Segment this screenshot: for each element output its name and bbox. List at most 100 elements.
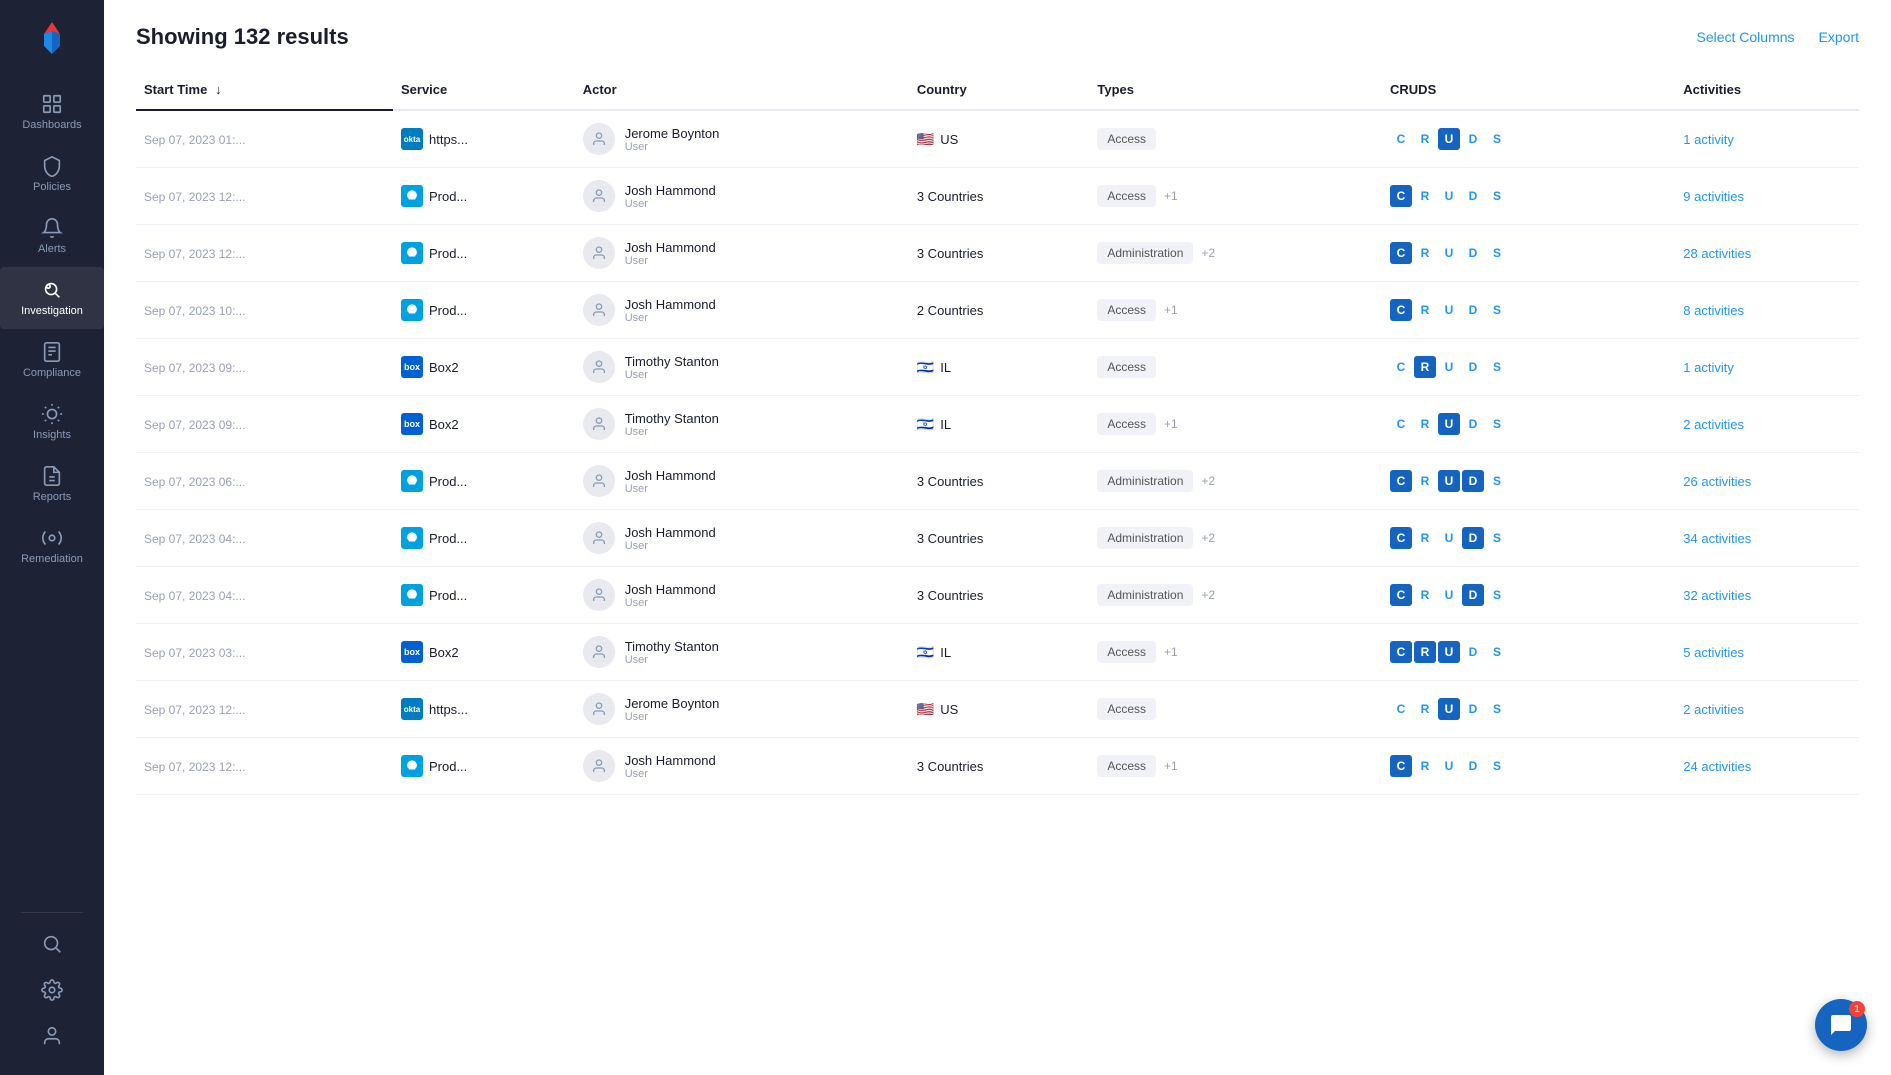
crud-c: C (1390, 242, 1412, 264)
actor-name: Josh Hammond (625, 582, 716, 597)
actor-cell: Josh Hammond User (583, 180, 901, 212)
country-value: 2 Countries (917, 303, 983, 318)
col-service[interactable]: Service (393, 66, 575, 110)
sidebar-label-policies: Policies (33, 181, 71, 193)
sidebar-search-button[interactable] (0, 921, 104, 967)
country-value: 3 Countries (917, 588, 983, 603)
actor-name: Jerome Boynton (625, 696, 720, 711)
col-actor[interactable]: Actor (575, 66, 909, 110)
actor-role: User (625, 369, 719, 381)
timestamp: Sep 07, 2023 12:... (144, 760, 245, 774)
activities-link[interactable]: 9 activities (1683, 189, 1744, 204)
sidebar-label-remediation: Remediation (21, 553, 83, 565)
crud-u: U (1438, 755, 1460, 777)
activities-link[interactable]: 34 activities (1683, 531, 1751, 546)
sidebar-item-insights[interactable]: Insights (0, 391, 104, 453)
crud-c: C (1390, 641, 1412, 663)
service-name: Box2 (429, 645, 459, 660)
service-name: Prod... (429, 246, 467, 261)
activities-link[interactable]: 8 activities (1683, 303, 1744, 318)
col-types[interactable]: Types (1089, 66, 1382, 110)
actor-info: Timothy Stanton User (625, 639, 719, 666)
type-badge: Administration (1097, 527, 1193, 549)
cruds-cell: CRUDS (1390, 242, 1667, 264)
table-row[interactable]: Sep 07, 2023 12:... okta https... Jerome… (136, 681, 1859, 738)
table-row[interactable]: Sep 07, 2023 10:... Prod... Josh Hammond… (136, 282, 1859, 339)
sidebar-item-compliance[interactable]: Compliance (0, 329, 104, 391)
table-row[interactable]: Sep 07, 2023 06:... Prod... Josh Hammond… (136, 453, 1859, 510)
col-cruds[interactable]: CRUDS (1382, 66, 1675, 110)
actor-name: Timothy Stanton (625, 411, 719, 426)
export-button[interactable]: Export (1819, 29, 1859, 45)
types-cell: Administration +2 (1097, 242, 1374, 264)
sidebar-settings-button[interactable] (0, 967, 104, 1013)
types-cell: Access +1 (1097, 641, 1374, 663)
type-badge: Access (1097, 698, 1156, 720)
crud-u: U (1438, 299, 1460, 321)
crud-d: D (1462, 584, 1484, 606)
actor-info: Timothy Stanton User (625, 411, 719, 438)
cruds-cell: CRUDS (1390, 470, 1667, 492)
col-activities[interactable]: Activities (1675, 66, 1859, 110)
crud-s: S (1486, 584, 1508, 606)
table-row[interactable]: Sep 07, 2023 04:... Prod... Josh Hammond… (136, 510, 1859, 567)
activities-link[interactable]: 5 activities (1683, 645, 1744, 660)
activities-link[interactable]: 1 activity (1683, 132, 1734, 147)
actor-info: Timothy Stanton User (625, 354, 719, 381)
timestamp: Sep 07, 2023 12:... (144, 703, 245, 717)
logo[interactable] (30, 16, 74, 65)
crud-u: U (1438, 698, 1460, 720)
sidebar-item-dashboards[interactable]: Dashboards (0, 81, 104, 143)
crud-s: S (1486, 755, 1508, 777)
cruds-cell: CRUDS (1390, 584, 1667, 606)
table-row[interactable]: Sep 07, 2023 12:... Prod... Josh Hammond… (136, 738, 1859, 795)
crud-d: D (1462, 242, 1484, 264)
country-value: 3 Countries (917, 246, 983, 261)
crud-r: R (1414, 755, 1436, 777)
activities-link[interactable]: 1 activity (1683, 360, 1734, 375)
avatar (583, 465, 615, 497)
actor-role: User (625, 483, 716, 495)
table-row[interactable]: Sep 07, 2023 09:... box Box2 Timothy Sta… (136, 396, 1859, 453)
sidebar-item-alerts[interactable]: Alerts (0, 205, 104, 267)
service-cell: Prod... (401, 470, 567, 492)
header-actions: Select Columns Export (1696, 29, 1859, 45)
service-cell: box Box2 (401, 356, 567, 378)
crud-s: S (1486, 470, 1508, 492)
activities-link[interactable]: 32 activities (1683, 588, 1751, 603)
country-cell: 🇮🇱 IL (917, 416, 1082, 433)
types-cell: Access (1097, 698, 1374, 720)
sidebar-item-policies[interactable]: Policies (0, 143, 104, 205)
activities-link[interactable]: 26 activities (1683, 474, 1751, 489)
sidebar-label-investigation: Investigation (21, 305, 83, 317)
col-start-time[interactable]: Start Time ↓ (136, 66, 393, 110)
crud-u: U (1438, 128, 1460, 150)
table-row[interactable]: Sep 07, 2023 12:... Prod... Josh Hammond… (136, 168, 1859, 225)
col-country[interactable]: Country (909, 66, 1090, 110)
crud-c: C (1390, 185, 1412, 207)
sidebar-user-button[interactable] (0, 1013, 104, 1059)
crud-c: C (1390, 755, 1412, 777)
crud-c: C (1390, 128, 1412, 150)
type-badge: Administration (1097, 242, 1193, 264)
activities-link[interactable]: 28 activities (1683, 246, 1751, 261)
table-row[interactable]: Sep 07, 2023 03:... box Box2 Timothy Sta… (136, 624, 1859, 681)
table-row[interactable]: Sep 07, 2023 04:... Prod... Josh Hammond… (136, 567, 1859, 624)
table-row[interactable]: Sep 07, 2023 09:... box Box2 Timothy Sta… (136, 339, 1859, 396)
activity-table: Start Time ↓ Service Actor Country Types… (136, 66, 1859, 795)
table-row[interactable]: Sep 07, 2023 01:... okta https... Jerome… (136, 110, 1859, 168)
select-columns-button[interactable]: Select Columns (1696, 29, 1794, 45)
type-extra: +1 (1164, 759, 1178, 773)
activities-link[interactable]: 24 activities (1683, 759, 1751, 774)
activities-link[interactable]: 2 activities (1683, 417, 1744, 432)
sidebar-item-reports[interactable]: Reports (0, 453, 104, 515)
page-header: Showing 132 results Select Columns Expor… (104, 0, 1891, 66)
actor-name: Josh Hammond (625, 753, 716, 768)
activities-link[interactable]: 2 activities (1683, 702, 1744, 717)
sidebar-item-remediation[interactable]: Remediation (0, 515, 104, 577)
table-row[interactable]: Sep 07, 2023 12:... Prod... Josh Hammond… (136, 225, 1859, 282)
country-value: 3 Countries (917, 531, 983, 546)
type-extra: +2 (1201, 246, 1215, 260)
sidebar-item-investigation[interactable]: Investigation (0, 267, 104, 329)
chat-button[interactable]: 1 (1815, 999, 1867, 1051)
